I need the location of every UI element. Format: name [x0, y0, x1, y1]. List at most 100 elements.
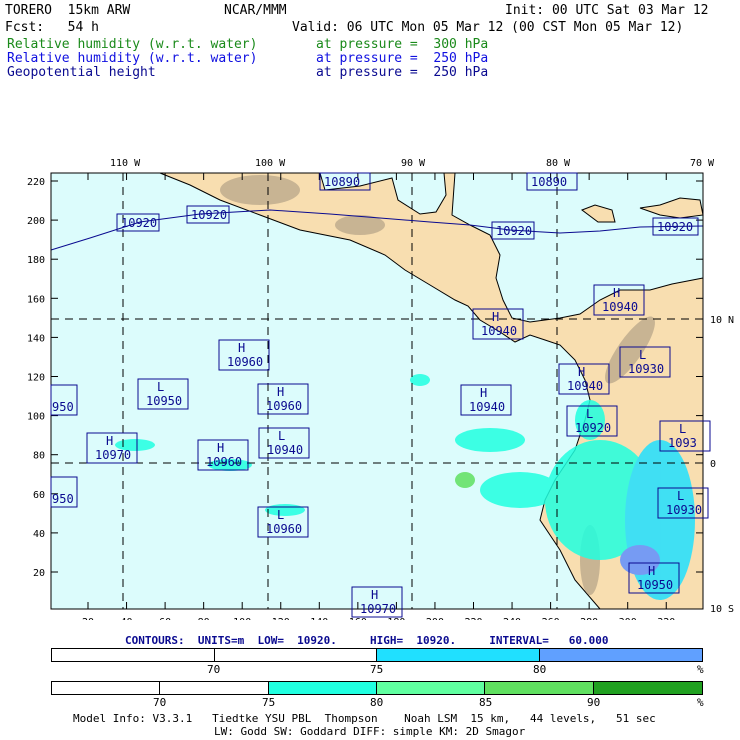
color-swatch: [539, 649, 702, 661]
pressure-center-value: 10930: [666, 503, 702, 517]
colorbar-rh300: [51, 681, 703, 695]
pressure-center-value: 10950: [637, 578, 673, 592]
y-tick-label: 80: [33, 451, 45, 462]
x-tick-label: 100: [233, 617, 251, 620]
contour-info: CONTOURS: UNITS=m LOW= 10920. HIGH= 1092…: [125, 634, 609, 647]
x-tick-label: 120: [272, 617, 290, 620]
field-rh300-level: at pressure = 300 hPa: [316, 37, 489, 52]
model-name: TORERO 15km ARW: [5, 3, 131, 18]
lat-label: 10 S: [710, 604, 734, 615]
scale-label: 80: [533, 663, 547, 676]
lat-label: 0: [710, 459, 716, 470]
pressure-center-value: 1093: [668, 436, 697, 450]
valid-time: Valid: 06 UTC Mon 05 Mar 12 (00 CST Mon …: [292, 20, 684, 35]
pressure-center-value: 10940: [602, 300, 638, 314]
pressure-center-value: 10970: [360, 602, 396, 616]
field-rh300: Relative humidity (w.r.t. water): [7, 37, 258, 52]
pressure-center-type: H: [277, 385, 284, 399]
x-tick-label: 140: [310, 617, 328, 620]
pressure-center-value: 10920: [575, 421, 611, 435]
pressure-center-value: 10960: [206, 455, 242, 469]
pressure-center-value: 10950: [146, 394, 182, 408]
init-time: Init: 00 UTC Sat 03 Mar 12: [505, 3, 709, 18]
lon-label: 100 W: [255, 158, 286, 169]
model-info: Model Info: V3.3.1 Tiedtke YSU PBL Thomp…: [73, 712, 656, 725]
pressure-center-type: L: [157, 380, 164, 394]
scale-label: 75: [262, 696, 276, 709]
y-tick-label: 40: [33, 529, 45, 540]
pressure-center-type: H: [492, 310, 499, 324]
pressure-center-value: 10940: [567, 379, 603, 393]
pressure-center-type: H: [371, 588, 378, 602]
pressure-center-type: L: [677, 489, 684, 503]
x-tick-label: 280: [580, 617, 598, 620]
color-swatch: [593, 682, 702, 694]
pressure-center-value: 10960: [266, 522, 302, 536]
scale-label: %: [697, 663, 704, 676]
x-tick-label: 20: [82, 617, 94, 620]
pressure-center-type: L: [278, 429, 285, 443]
color-swatch: [215, 649, 377, 661]
pressure-center-value: 950: [52, 400, 74, 414]
y-tick-label: 200: [27, 216, 45, 227]
pressure-center-value: 10940: [481, 324, 517, 338]
x-tick-label: 80: [198, 617, 210, 620]
x-tick-label: 200: [426, 617, 444, 620]
color-swatch: [268, 682, 378, 694]
scale-label: 80: [370, 696, 384, 709]
colorbar-rh250: [51, 648, 703, 662]
pressure-center-value: 10940: [469, 400, 505, 414]
pressure-center-type: L: [277, 508, 284, 522]
scale-label: %: [697, 696, 704, 709]
scale-label: 90: [587, 696, 601, 709]
scale-label: 70: [153, 696, 167, 709]
pressure-center-value: 10960: [266, 399, 302, 413]
y-tick-label: 60: [33, 490, 45, 501]
scale-label: 70: [207, 663, 221, 676]
y-tick-label: 120: [27, 373, 45, 384]
lon-label: 80 W: [546, 158, 571, 169]
pressure-center-type: H: [613, 286, 620, 300]
x-tick-label: 260: [542, 617, 560, 620]
color-swatch: [377, 682, 486, 694]
lat-label: 10 N: [710, 315, 734, 326]
pressure-center-type: H: [217, 441, 224, 455]
y-tick-label: 140: [27, 333, 45, 344]
color-swatch: [160, 682, 269, 694]
pressure-center-type: L: [679, 422, 686, 436]
pressure-center-value: 10930: [628, 362, 664, 376]
organization: NCAR/MMM: [224, 3, 287, 18]
pressure-center-value: 10960: [227, 355, 263, 369]
contour-label: 10890: [531, 175, 567, 189]
lon-label: 110 W: [110, 158, 141, 169]
field-rh250: Relative humidity (w.r.t. water): [7, 51, 258, 66]
field-rh250-level: at pressure = 250 hPa: [316, 51, 489, 66]
physics-info: LW: Godd SW: Goddard DIFF: simple KM: 2D…: [214, 725, 526, 738]
pressure-center-value: 10940: [267, 443, 303, 457]
forecast-hour: Fcst: 54 h: [5, 20, 99, 35]
x-tick-label: 220: [464, 617, 482, 620]
pressure-center-type: H: [106, 434, 113, 448]
x-tick-label: 300: [619, 617, 637, 620]
field-height: Geopotential height: [7, 65, 156, 80]
pressure-center-type: H: [648, 564, 655, 578]
x-tick-label: 320: [657, 617, 675, 620]
lon-label: 90 W: [401, 158, 426, 169]
pressure-center-type: H: [238, 341, 245, 355]
y-tick-label: 220: [27, 177, 45, 188]
pressure-center-type: L: [639, 348, 646, 362]
y-tick-label: 100: [27, 412, 45, 423]
color-swatch: [52, 649, 215, 661]
pressure-center-value: 950: [52, 492, 74, 506]
color-swatch: [52, 682, 161, 694]
contour-label: 10920: [657, 220, 693, 234]
y-tick-label: 160: [27, 294, 45, 305]
pressure-center-type: L: [586, 407, 593, 421]
color-swatch: [485, 682, 594, 694]
x-tick-label: 60: [159, 617, 171, 620]
field-height-level: at pressure = 250 hPa: [316, 65, 489, 80]
color-swatch: [377, 649, 540, 661]
pressure-center-type: H: [578, 365, 585, 379]
contour-label: 10920: [191, 208, 227, 222]
x-tick-label: 240: [503, 617, 521, 620]
